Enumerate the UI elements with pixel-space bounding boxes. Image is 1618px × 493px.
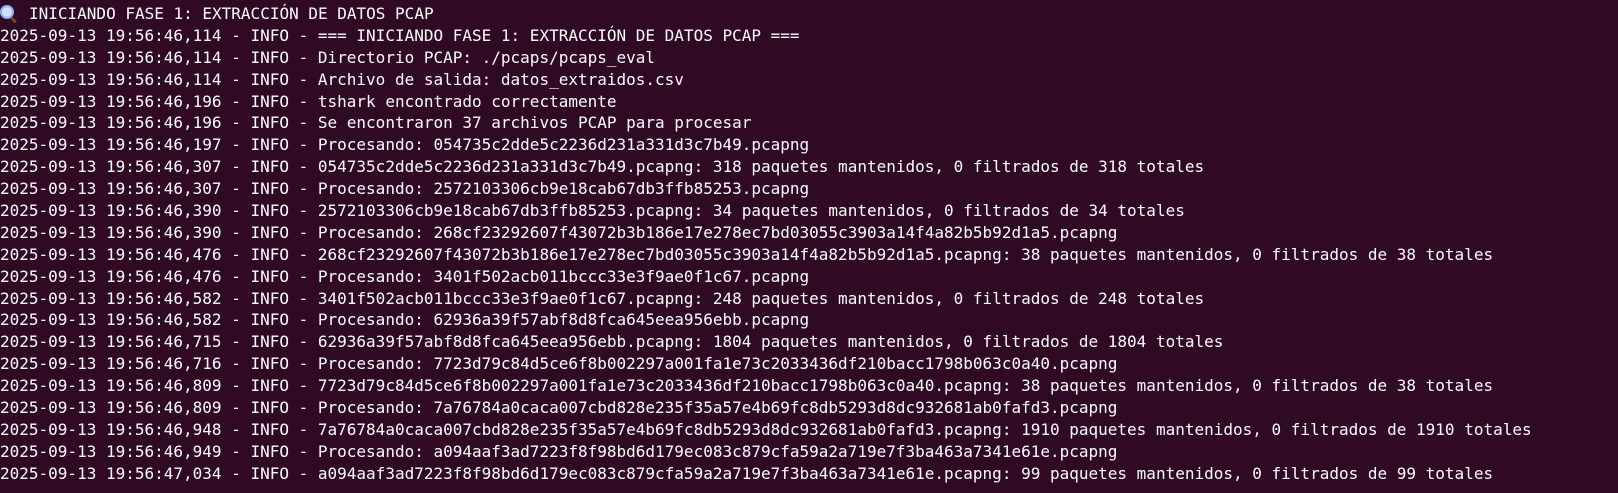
log-line: 2025-09-13 19:56:46,196 - INFO - tshark …: [0, 91, 617, 111]
log-line: 2025-09-13 19:56:46,949 - INFO - Procesa…: [0, 441, 1118, 461]
log-line: 2025-09-13 19:56:46,390 - INFO - Procesa…: [0, 222, 1118, 242]
log-line: 2025-09-13 19:56:46,390 - INFO - 2572103…: [0, 201, 1185, 221]
log-line: 2025-09-13 19:56:46,114 - INFO - Directo…: [0, 47, 656, 67]
log-line: 2025-09-13 19:56:46,114 - INFO - === INI…: [0, 25, 800, 45]
scrolled-off-line-fragment: [0, 0, 200, 1]
log-line: 2025-09-13 19:56:46,476 - INFO - 268cf23…: [0, 244, 1494, 264]
log-line: 2025-09-13 19:56:47,034 - INFO - a094aaf…: [0, 463, 1494, 483]
log-line: 2025-09-13 19:56:46,197 - INFO - Procesa…: [0, 135, 810, 155]
magnifying-glass-icon: [0, 5, 18, 24]
terminal-output: INICIANDO FASE 1: EXTRACCIÓN DE DATOS PC…: [0, 3, 1532, 485]
header-line: INICIANDO FASE 1: EXTRACCIÓN DE DATOS PC…: [0, 3, 1532, 25]
log-line: 2025-09-13 19:56:46,948 - INFO - 7a76784…: [0, 419, 1532, 439]
terminal-window[interactable]: INICIANDO FASE 1: EXTRACCIÓN DE DATOS PC…: [0, 0, 1618, 493]
log-line: 2025-09-13 19:56:46,196 - INFO - Se enco…: [0, 113, 752, 133]
log-line: 2025-09-13 19:56:46,716 - INFO - Procesa…: [0, 354, 1118, 374]
log-line: 2025-09-13 19:56:46,307 - INFO - Procesa…: [0, 179, 810, 199]
log-line: 2025-09-13 19:56:46,715 - INFO - 62936a3…: [0, 332, 1224, 352]
log-line: 2025-09-13 19:56:46,476 - INFO - Procesa…: [0, 266, 810, 286]
log-line: 2025-09-13 19:56:46,809 - INFO - 7723d79…: [0, 376, 1494, 396]
log-line: 2025-09-13 19:56:46,582 - INFO - Procesa…: [0, 310, 810, 330]
header-text: INICIANDO FASE 1: EXTRACCIÓN DE DATOS PC…: [29, 4, 434, 23]
log-line: 2025-09-13 19:56:46,582 - INFO - 3401f50…: [0, 288, 1205, 308]
log-line: 2025-09-13 19:56:46,809 - INFO - Procesa…: [0, 398, 1118, 418]
log-line: 2025-09-13 19:56:46,307 - INFO - 054735c…: [0, 157, 1205, 177]
log-line: 2025-09-13 19:56:46,114 - INFO - Archivo…: [0, 69, 684, 89]
